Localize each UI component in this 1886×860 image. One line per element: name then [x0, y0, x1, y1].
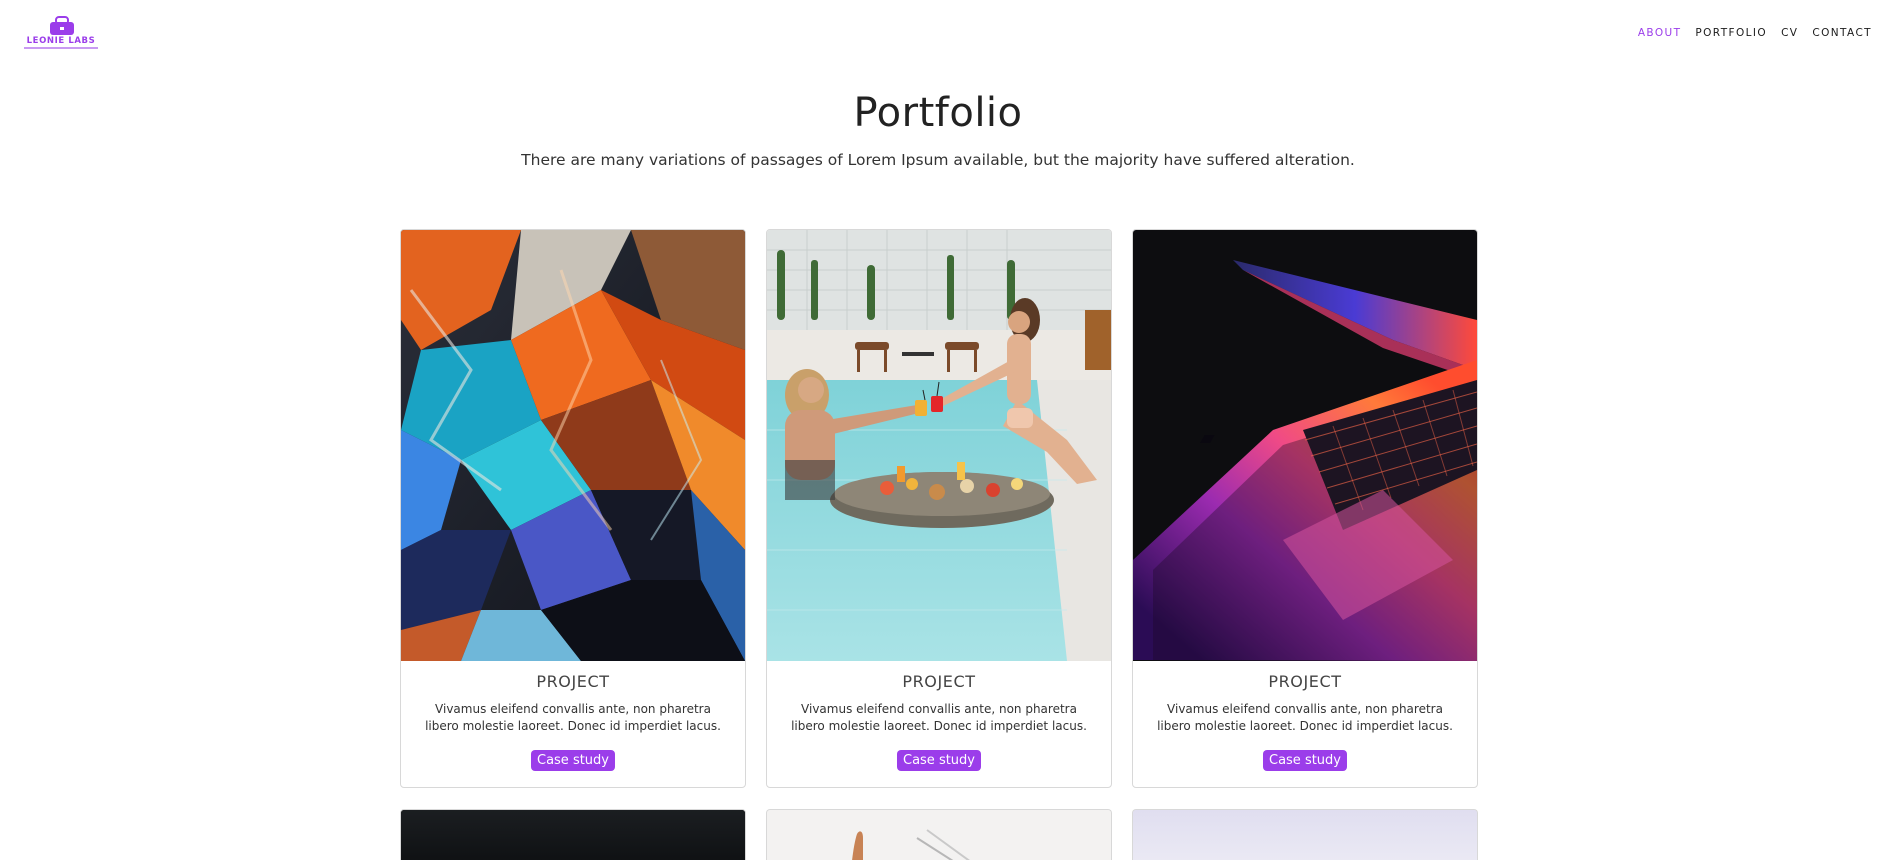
- portfolio-card-dark[interactable]: [400, 809, 746, 860]
- site-header: LEONIE LABS ABOUT PORTFOLIO CV CONTACT: [0, 0, 1886, 68]
- logo-text: LEONIE LABS: [26, 36, 96, 46]
- nav-cv[interactable]: CV: [1781, 27, 1798, 39]
- card-description: Vivamus eleifend convallis ante, non pha…: [425, 702, 721, 733]
- card-description: Vivamus eleifend convallis ante, non pha…: [791, 702, 1087, 733]
- portfolio-card-lavender[interactable]: [1132, 809, 1478, 860]
- nav-about[interactable]: ABOUT: [1638, 27, 1682, 39]
- case-study-button[interactable]: Case study: [896, 750, 982, 771]
- case-study-button[interactable]: Case study: [1262, 750, 1348, 771]
- nav-contact[interactable]: CONTACT: [1812, 27, 1872, 39]
- nav-portfolio[interactable]: PORTFOLIO: [1695, 27, 1767, 39]
- card-description: Vivamus eleifend convallis ante, non pha…: [1157, 702, 1453, 733]
- card-image-lavender[interactable]: [1133, 810, 1477, 860]
- card-title: PROJECT: [536, 672, 610, 691]
- page-subtitle: There are many variations of passages of…: [521, 151, 1355, 169]
- card-image-laptop[interactable]: [1133, 230, 1477, 661]
- card-title: PROJECT: [1268, 672, 1342, 691]
- card-image-holographic[interactable]: [401, 230, 745, 661]
- logo[interactable]: LEONIE LABS: [20, 14, 102, 54]
- portfolio-card[interactable]: PROJECT Vivamus eleifend convallis ante,…: [400, 229, 746, 788]
- logo-icon: [50, 16, 74, 35]
- case-study-button[interactable]: Case study: [530, 750, 616, 771]
- card-image-sketch[interactable]: [767, 810, 1111, 860]
- card-title: PROJECT: [902, 672, 976, 691]
- page-title: Portfolio: [853, 90, 1023, 136]
- portfolio-card[interactable]: PROJECT Vivamus eleifend convallis ante,…: [1132, 229, 1478, 788]
- logo-tagline-line: [24, 47, 98, 49]
- card-image-dark[interactable]: [401, 810, 745, 860]
- main-nav: ABOUT PORTFOLIO CV CONTACT: [1638, 27, 1872, 39]
- portfolio-card[interactable]: PROJECT Vivamus eleifend convallis ante,…: [766, 229, 1112, 788]
- portfolio-card-sketch[interactable]: [766, 809, 1112, 860]
- card-image-pool[interactable]: [767, 230, 1111, 661]
